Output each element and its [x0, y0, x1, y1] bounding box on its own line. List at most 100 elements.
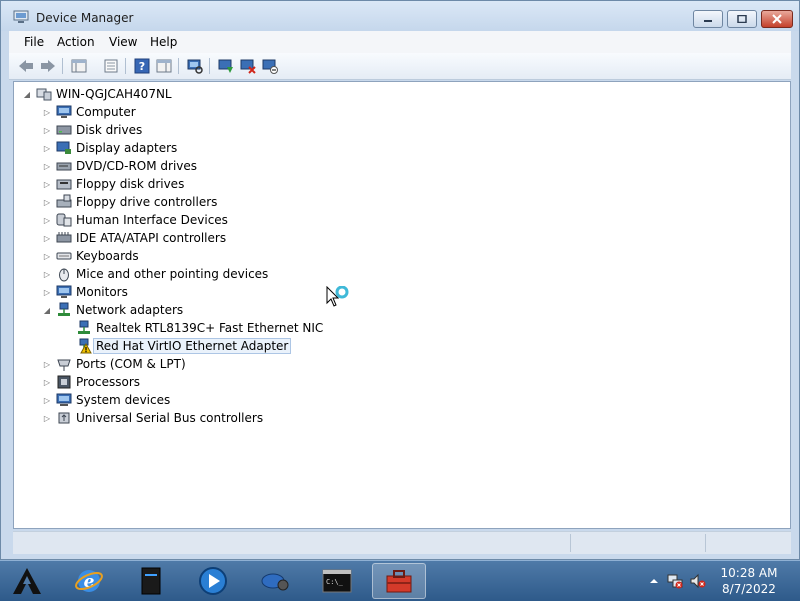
tree-category[interactable]: ▷ Display adapters — [42, 139, 177, 157]
scan-hardware-button[interactable] — [186, 57, 204, 75]
expand-arrow-icon[interactable]: ▷ — [42, 198, 52, 207]
minimize-button[interactable] — [693, 10, 723, 28]
tree-label: Network adapters — [76, 303, 184, 317]
taskbar-app-command-prompt[interactable]: C:\_ — [310, 563, 364, 599]
tree-device-selected[interactable]: Red Hat VirtIO Ethernet Adapter — [72, 337, 292, 355]
menu-view[interactable]: View — [109, 35, 137, 49]
tree-category[interactable]: ▷ Human Interface Devices — [42, 211, 228, 229]
tree-category[interactable]: ▷ Universal Serial Bus controllers — [42, 409, 263, 427]
expand-arrow-icon[interactable]: ▷ — [42, 126, 52, 135]
tree-category[interactable]: ▷ Monitors — [42, 283, 128, 301]
scan-hardware-icon — [187, 59, 203, 74]
help-button[interactable]: ? — [133, 57, 151, 75]
busy-cursor-icon — [326, 286, 349, 307]
start-button[interactable] — [0, 563, 54, 599]
expand-arrow-icon[interactable]: ▷ — [42, 144, 52, 153]
tree-category[interactable]: ▷ Ports (COM & LPT) — [42, 355, 186, 373]
svg-text:?: ? — [139, 60, 145, 73]
collapse-arrow-icon[interactable]: ◢ — [22, 90, 32, 99]
tree-category[interactable]: ▷ Disk drives — [42, 121, 142, 139]
show-hidden-icons-icon[interactable] — [646, 573, 662, 589]
forward-button[interactable] — [39, 57, 57, 75]
taskbar-app-internet-explorer[interactable]: e — [62, 563, 116, 599]
network-gear-icon — [261, 573, 289, 591]
taskbar-app-media-player[interactable] — [186, 563, 240, 599]
expand-arrow-icon[interactable]: ▷ — [42, 216, 52, 225]
status-segment — [570, 534, 571, 552]
device-tree[interactable]: ◢ WIN-QGJCAH407NL ▷ Computer ▷ Disk driv… — [13, 81, 791, 529]
hid-icon — [56, 213, 72, 227]
toolbox-icon — [386, 570, 412, 593]
mouse-icon — [59, 268, 69, 282]
toolbar-separator — [209, 58, 210, 74]
expand-arrow-icon[interactable]: ▷ — [42, 360, 52, 369]
taskbar-app-drive[interactable] — [124, 563, 178, 599]
title-bar[interactable]: Device Manager — [1, 1, 799, 31]
expand-arrow-icon[interactable]: ▷ — [42, 234, 52, 243]
tree-category[interactable]: ▷ IDE ATA/ATAPI controllers — [42, 229, 226, 247]
disable-button[interactable] — [261, 57, 279, 75]
update-driver-button[interactable] — [217, 57, 235, 75]
status-bar — [13, 531, 791, 554]
update-driver-icon — [218, 59, 233, 73]
tree-root[interactable]: ◢ WIN-QGJCAH407NL — [22, 85, 172, 103]
expand-arrow-icon[interactable]: ▷ — [42, 378, 52, 387]
properties-button[interactable] — [102, 57, 120, 75]
expand-arrow-icon[interactable]: ▷ — [42, 414, 52, 423]
monitor-icon — [56, 285, 72, 298]
uninstall-button[interactable] — [239, 57, 257, 75]
ide-controller-icon — [56, 232, 72, 243]
action-pane-icon — [156, 59, 172, 73]
tree-label: Floppy drive controllers — [76, 195, 218, 209]
expand-arrow-icon[interactable]: ▷ — [42, 288, 52, 297]
tree-category[interactable]: ▷ Floppy disk drives — [42, 175, 184, 193]
tree-device[interactable]: Realtek RTL8139C+ Fast Ethernet NIC — [72, 319, 323, 337]
network-card-icon — [78, 320, 90, 334]
expand-arrow-icon[interactable]: ▷ — [42, 396, 52, 405]
expand-arrow-icon[interactable]: ▷ — [42, 270, 52, 279]
tree-category[interactable]: ▷ Keyboards — [42, 247, 139, 265]
tree-category[interactable]: ▷ System devices — [42, 391, 170, 409]
dvd-drive-icon — [56, 162, 72, 171]
tree-label: IDE ATA/ATAPI controllers — [76, 231, 227, 245]
back-arrow-icon — [19, 60, 33, 72]
collapse-arrow-icon[interactable]: ◢ — [42, 306, 52, 315]
clock-date: 8/7/2022 — [722, 582, 776, 596]
console-tree-icon — [71, 59, 87, 73]
menu-help[interactable]: Help — [150, 35, 177, 49]
expand-arrow-icon[interactable]: ▷ — [42, 180, 52, 189]
keyboard-icon — [56, 252, 72, 260]
back-button[interactable] — [17, 57, 35, 75]
menu-file[interactable]: File — [24, 35, 44, 49]
expand-arrow-icon[interactable]: ▷ — [42, 108, 52, 117]
taskbar-app-device-manager[interactable] — [372, 563, 426, 599]
tree-category[interactable]: ▷ DVD/CD-ROM drives — [42, 157, 197, 175]
maximize-button[interactable] — [727, 10, 757, 28]
minimize-icon — [704, 20, 712, 22]
svg-text:C:\_: C:\_ — [326, 578, 344, 586]
tree-category[interactable]: ▷ Mice and other pointing devices — [42, 265, 268, 283]
disable-icon — [262, 59, 278, 74]
media-player-icon — [199, 567, 227, 595]
disk-drive-icon — [56, 125, 72, 135]
tree-label: DVD/CD-ROM drives — [76, 159, 198, 173]
tree-category[interactable]: ▷ Floppy drive controllers — [42, 193, 217, 211]
network-tray-icon[interactable] — [667, 573, 683, 589]
tree-category[interactable]: ▷ Processors — [42, 373, 140, 391]
command-prompt-icon: C:\_ — [322, 569, 352, 593]
taskbar-clock[interactable]: 10:28 AM 8/7/2022 — [718, 565, 780, 597]
console-tree-button[interactable] — [70, 57, 88, 75]
volume-muted-icon[interactable] — [690, 573, 706, 589]
expand-arrow-icon[interactable]: ▷ — [42, 252, 52, 261]
expand-arrow-icon[interactable]: ▷ — [42, 162, 52, 171]
menu-action[interactable]: Action — [57, 35, 95, 49]
close-button[interactable] — [761, 10, 793, 28]
tree-label: Disk drives — [76, 123, 143, 137]
tree-label: Computer — [76, 105, 136, 119]
display-adapter-icon — [56, 141, 71, 154]
toolbar-separator — [62, 58, 63, 74]
tree-category[interactable]: ▷ Computer — [42, 103, 136, 121]
action-pane-button[interactable] — [155, 57, 173, 75]
taskbar-app-network[interactable] — [248, 563, 302, 599]
tree-category-expanded[interactable]: ◢ Network adapters — [42, 301, 183, 319]
